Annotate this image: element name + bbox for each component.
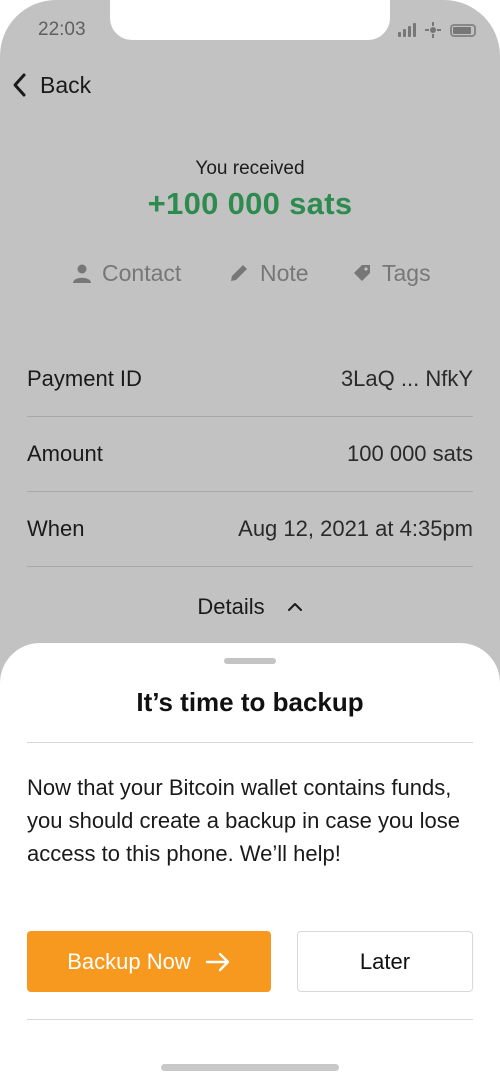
row-value: 100 000 sats bbox=[347, 441, 473, 466]
tags-action[interactable]: Tags bbox=[352, 256, 431, 290]
divider bbox=[27, 1019, 473, 1020]
tag-icon bbox=[354, 265, 370, 281]
when-row: When Aug 12, 2021 at 4:35pm bbox=[27, 492, 473, 567]
battery-icon bbox=[450, 23, 476, 37]
row-value: Aug 12, 2021 at 4:35pm bbox=[238, 516, 473, 541]
sheet-body-text: Now that your Bitcoin wallet contains fu… bbox=[27, 775, 460, 866]
amount-row: Amount 100 000 sats bbox=[27, 417, 473, 492]
details-toggle[interactable]: Details bbox=[0, 590, 500, 624]
row-value[interactable]: 3LaQ ... NfkY bbox=[341, 366, 473, 392]
pencil-icon bbox=[231, 265, 247, 281]
network-icon bbox=[425, 22, 441, 38]
details-label: Details bbox=[197, 594, 265, 619]
status-bar: 22:03 bbox=[0, 0, 500, 60]
signal-icon bbox=[398, 23, 416, 37]
back-label: Back bbox=[40, 71, 92, 98]
note-action[interactable]: Note bbox=[228, 256, 309, 290]
backup-now-label: Backup Now bbox=[67, 948, 191, 974]
later-label: Later bbox=[359, 948, 411, 974]
status-time: 22:03 bbox=[38, 19, 86, 40]
received-label: You received bbox=[195, 158, 305, 179]
phone-screen: 22:03 Back You received +100 000 sats Co bbox=[0, 0, 500, 1083]
person-icon bbox=[73, 264, 91, 283]
backup-now-button[interactable]: Backup Now bbox=[27, 931, 271, 992]
later-button[interactable]: Later bbox=[297, 931, 473, 992]
received-amount: +100 000 sats bbox=[147, 186, 353, 221]
row-label: Amount bbox=[27, 441, 103, 466]
contact-label: Contact bbox=[102, 259, 182, 286]
arrow-right-icon bbox=[205, 952, 229, 971]
chevron-up-icon bbox=[287, 603, 302, 611]
chevron-left-icon bbox=[13, 73, 26, 97]
backup-bottom-sheet: It’s time to backup Now that your Bitcoi… bbox=[0, 643, 500, 1083]
contact-action[interactable]: Contact bbox=[72, 256, 181, 290]
status-icons bbox=[398, 20, 476, 40]
divider bbox=[27, 742, 473, 743]
note-label: Note bbox=[260, 259, 309, 286]
sheet-title: It’s time to backup bbox=[136, 687, 364, 717]
action-row: Contact Note Tags bbox=[0, 256, 500, 290]
payment-id-row: Payment ID 3LaQ ... NfkY bbox=[27, 342, 473, 417]
sheet-drag-handle[interactable] bbox=[224, 658, 276, 664]
notch bbox=[110, 0, 390, 40]
back-button[interactable]: Back bbox=[10, 66, 91, 104]
row-label: When bbox=[27, 516, 85, 541]
home-indicator[interactable] bbox=[161, 1064, 339, 1071]
tags-label: Tags bbox=[382, 259, 431, 286]
row-label: Payment ID bbox=[27, 366, 142, 391]
